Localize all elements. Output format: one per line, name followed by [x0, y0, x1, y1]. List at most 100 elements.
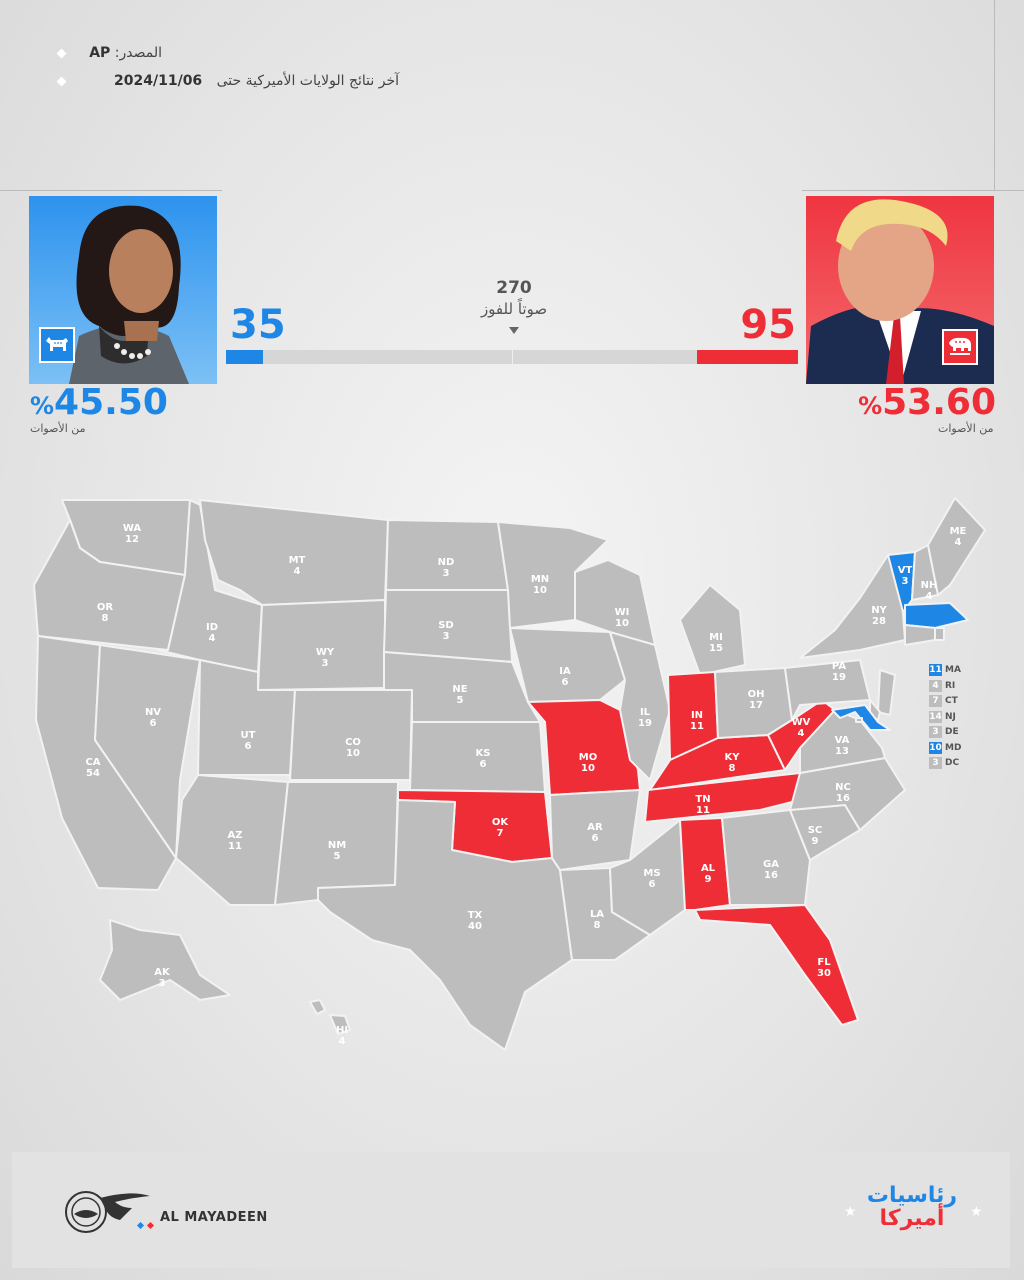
- state-label-me: ME: [950, 526, 967, 537]
- state-mi: [679, 584, 746, 676]
- state-label-nv: NV: [145, 707, 161, 718]
- state-label-co: CO: [345, 737, 361, 748]
- state-label-wy: WY: [316, 647, 335, 658]
- state-ev-co: 10: [346, 748, 360, 759]
- state-ev-nm: 5: [334, 851, 341, 862]
- state-ev-tn: 11: [696, 805, 710, 816]
- state-ev-ky: 8: [729, 763, 736, 774]
- state-ev-wv: 4: [798, 728, 805, 739]
- legend-abbr: CT: [945, 696, 958, 706]
- state-label-fl: FL: [817, 957, 831, 968]
- legend-row-md: 10 MD: [929, 741, 962, 755]
- state-ia: [509, 627, 626, 703]
- state-label-wi: WI: [615, 607, 630, 618]
- state-label-vt: VT: [898, 565, 913, 576]
- series-line2: أميركا: [879, 1206, 945, 1231]
- legend-ev: 14: [929, 710, 942, 723]
- state-label-va: VA: [835, 735, 850, 746]
- state-ev-pa: 19: [832, 672, 846, 683]
- state-label-ia: IA: [559, 666, 571, 677]
- state-label-sc: SC: [808, 825, 823, 836]
- state-ev-ok: 7: [497, 828, 504, 839]
- state-label-ga: GA: [763, 859, 779, 870]
- footer-bar: AL MAYADEEN رئاسيات أميركا ★ ★: [12, 1152, 1010, 1268]
- state-label-wv: WV: [792, 717, 811, 728]
- us-electoral-map: WA12OR8CA54NV6ID4MT4WY3UT6AZ11CO10NM5ND3…: [33, 497, 986, 1051]
- state-ev-ut: 6: [245, 741, 252, 752]
- state-label-nm: NM: [328, 840, 346, 851]
- state-ev-va: 13: [835, 746, 849, 757]
- state-ev-ms: 6: [649, 879, 656, 890]
- state-ev-nc: 16: [836, 793, 850, 804]
- legend-row-ri: 4 RI: [929, 679, 955, 693]
- state-ev-oh: 17: [749, 700, 763, 711]
- state-ev-nh: 4: [926, 591, 933, 602]
- legend-row-nj: 14 NJ: [929, 710, 956, 724]
- legend-row-ma: 11 MA: [929, 664, 961, 677]
- state-ev-mi: 15: [709, 643, 723, 654]
- state-ma: [904, 602, 969, 629]
- state-label-mo: MO: [579, 752, 597, 763]
- state-dc: [855, 717, 863, 723]
- state-label-ak: AK: [154, 967, 171, 978]
- state-nd: [385, 519, 509, 591]
- state-ev-la: 8: [594, 920, 601, 931]
- state-label-az: AZ: [228, 830, 243, 841]
- state-label-al: AL: [701, 863, 716, 874]
- state-label-nh: NH: [921, 580, 938, 591]
- legend-abbr: MD: [945, 742, 962, 753]
- legend-row-de: 3 DE: [929, 726, 959, 739]
- star-icon: ★: [844, 1204, 857, 1220]
- state-label-ok: OK: [492, 817, 510, 828]
- legend-ev: 11: [929, 664, 942, 676]
- state-ev-mt: 4: [294, 566, 301, 577]
- state-label-hi: HI: [336, 1025, 348, 1036]
- state-ev-ga: 16: [764, 870, 778, 881]
- state-ev-wy: 3: [322, 658, 329, 669]
- state-label-tn: TN: [695, 794, 710, 805]
- state-ev-ia: 6: [562, 677, 569, 688]
- state-label-in: IN: [691, 710, 703, 721]
- state-ev-ks: 6: [480, 759, 487, 770]
- state-label-ca: CA: [85, 757, 100, 768]
- state-ev-ne: 5: [457, 695, 464, 706]
- state-label-ut: UT: [241, 730, 256, 741]
- state-label-mi: MI: [709, 632, 723, 643]
- state-label-ks: KS: [476, 748, 491, 759]
- state-ct: [904, 624, 936, 646]
- legend-ev: 10: [929, 741, 942, 754]
- state-label-nd: ND: [438, 557, 455, 568]
- legend-row-dc: 3 DC: [929, 757, 959, 770]
- state-ri: [934, 627, 945, 641]
- state-ev-ca: 54: [86, 768, 100, 779]
- state-ev-nd: 3: [443, 568, 450, 579]
- state-ev-wi: 10: [615, 618, 629, 629]
- state-ev-ny: 28: [872, 616, 886, 627]
- state-label-ms: MS: [643, 868, 660, 879]
- state-ev-sd: 3: [443, 631, 450, 642]
- state-label-la: LA: [590, 909, 604, 920]
- legend-ev: 3: [929, 726, 942, 738]
- legend-ev: 4: [929, 679, 942, 692]
- legend-abbr: DC: [945, 758, 960, 768]
- state-ev-az: 11: [228, 841, 242, 852]
- state-ny: [799, 554, 906, 659]
- state-ev-in: 11: [690, 721, 704, 732]
- state-ev-me: 4: [955, 537, 962, 548]
- state-ev-wa: 12: [125, 534, 139, 545]
- state-ev-fl: 30: [817, 968, 831, 979]
- state-ev-or: 8: [102, 613, 109, 624]
- legend-abbr: MA: [945, 665, 961, 675]
- state-label-or: OR: [97, 602, 114, 613]
- state-label-nc: NC: [835, 782, 851, 793]
- state-label-ar: AR: [587, 822, 603, 833]
- brand-name: AL MAYADEEN: [160, 1210, 268, 1225]
- state-label-oh: OH: [748, 689, 765, 700]
- legend-ev: 7: [929, 695, 942, 707]
- state-ev-sc: 9: [812, 836, 819, 847]
- state-label-il: IL: [640, 707, 651, 718]
- small-states-legend: 11 MA 4 RI 7 CT 14 NJ 3 DE 10 MD 3 DC: [929, 664, 989, 774]
- series-line1: رئاسيات: [866, 1183, 958, 1208]
- state-label-ky: KY: [725, 752, 741, 763]
- state-label-ne: NE: [452, 684, 467, 695]
